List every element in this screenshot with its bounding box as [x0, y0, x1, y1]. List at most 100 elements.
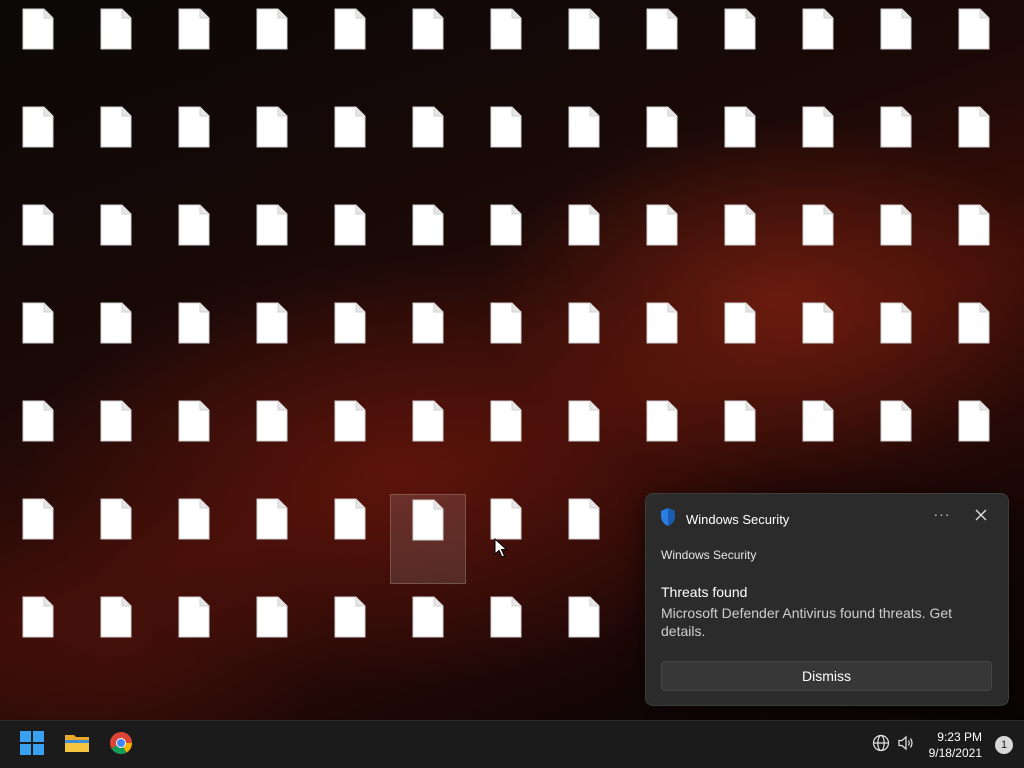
desktop-file-icon[interactable]	[858, 396, 934, 486]
desktop-file-icon[interactable]	[78, 494, 154, 584]
desktop-file-icon[interactable]	[234, 396, 310, 486]
speaker-icon[interactable]	[897, 734, 917, 754]
start-button[interactable]	[12, 725, 52, 765]
windows-security-notification[interactable]: Windows Security ··· Windows Security Th…	[645, 493, 1009, 706]
file-name-label	[703, 58, 777, 84]
desktop-file-icon[interactable]	[780, 200, 856, 290]
desktop-file-icon[interactable]	[78, 396, 154, 486]
desktop-file-icon[interactable]	[234, 102, 310, 192]
desktop-file-icon[interactable]	[312, 396, 388, 486]
desktop-file-icon[interactable]	[936, 200, 1012, 290]
desktop-file-icon[interactable]	[468, 396, 544, 486]
desktop-file-icon[interactable]	[546, 396, 622, 486]
notification-count-badge[interactable]: 1	[995, 736, 1013, 754]
desktop-file-icon[interactable]	[624, 298, 700, 388]
file-icon	[490, 106, 522, 153]
desktop-file-icon[interactable]	[936, 102, 1012, 192]
desktop-file-icon[interactable]	[156, 494, 232, 584]
desktop-file-icon[interactable]	[390, 298, 466, 388]
desktop-file-icon[interactable]	[468, 592, 544, 682]
desktop-file-icon[interactable]	[702, 396, 778, 486]
desktop-file-icon[interactable]	[546, 4, 622, 94]
file-icon	[412, 204, 444, 251]
desktop-file-icon[interactable]	[702, 102, 778, 192]
desktop-file-icon[interactable]	[234, 4, 310, 94]
desktop-file-icon[interactable]	[156, 592, 232, 682]
desktop-file-icon[interactable]	[312, 200, 388, 290]
desktop-file-icon[interactable]	[78, 200, 154, 290]
desktop-file-icon[interactable]	[468, 298, 544, 388]
file-icon	[22, 400, 54, 447]
desktop-file-icon[interactable]	[78, 298, 154, 388]
desktop-file-icon[interactable]	[702, 298, 778, 388]
notification-body[interactable]: Microsoft Defender Antivirus found threa…	[661, 604, 981, 640]
desktop-file-icon[interactable]	[0, 298, 76, 388]
file-name-label	[469, 58, 543, 84]
chrome-button[interactable]	[101, 725, 141, 765]
desktop-file-icon[interactable]	[624, 102, 700, 192]
desktop-file-icon[interactable]	[936, 298, 1012, 388]
desktop-file-icon[interactable]	[780, 102, 856, 192]
desktop-file-icon[interactable]	[936, 4, 1012, 94]
file-icon	[22, 596, 54, 643]
desktop-file-icon[interactable]	[0, 4, 76, 94]
close-notification-button[interactable]	[970, 506, 992, 528]
desktop-file-icon[interactable]	[546, 592, 622, 682]
desktop-file-icon[interactable]	[0, 592, 76, 682]
desktop-file-icon[interactable]	[780, 298, 856, 388]
desktop-file-icon[interactable]	[156, 200, 232, 290]
desktop-file-icon[interactable]	[858, 298, 934, 388]
desktop-file-icon[interactable]	[390, 396, 466, 486]
dismiss-button[interactable]: Dismiss	[661, 661, 992, 691]
desktop-file-icon[interactable]	[78, 102, 154, 192]
desktop-file-icon[interactable]	[0, 102, 76, 192]
desktop-file-icon[interactable]	[546, 494, 622, 584]
desktop-file-icon[interactable]	[780, 396, 856, 486]
desktop-file-icon[interactable]	[390, 102, 466, 192]
desktop-file-icon[interactable]	[624, 396, 700, 486]
desktop-file-icon[interactable]	[0, 396, 76, 486]
desktop-file-icon[interactable]	[858, 102, 934, 192]
desktop-file-icon[interactable]	[390, 4, 466, 94]
desktop-file-icon[interactable]	[234, 592, 310, 682]
desktop-file-icon[interactable]	[312, 592, 388, 682]
desktop-file-icon[interactable]	[780, 4, 856, 94]
desktop-file-icon[interactable]	[624, 4, 700, 94]
desktop-file-icon[interactable]	[156, 4, 232, 94]
desktop-file-icon[interactable]	[858, 200, 934, 290]
system-clock[interactable]: 9:23 PM 9/18/2021	[929, 729, 982, 761]
desktop-file-icon[interactable]	[468, 4, 544, 94]
desktop-file-icon[interactable]	[0, 200, 76, 290]
desktop-file-icon[interactable]	[312, 4, 388, 94]
desktop-file-icon[interactable]	[624, 200, 700, 290]
desktop-file-icon[interactable]	[936, 396, 1012, 486]
desktop-file-icon[interactable]	[78, 4, 154, 94]
desktop-file-icon[interactable]	[390, 494, 466, 584]
desktop-file-icon[interactable]	[156, 102, 232, 192]
desktop-file-icon[interactable]	[312, 102, 388, 192]
file-name-label	[79, 254, 153, 280]
desktop-file-icon[interactable]	[156, 396, 232, 486]
desktop-file-icon[interactable]	[468, 200, 544, 290]
desktop-file-icon[interactable]	[312, 494, 388, 584]
file-explorer-button[interactable]	[57, 725, 97, 765]
desktop-file-icon[interactable]	[390, 200, 466, 290]
globe-icon[interactable]	[872, 734, 892, 754]
desktop-file-icon[interactable]	[702, 4, 778, 94]
desktop-file-icon[interactable]	[390, 592, 466, 682]
desktop-file-icon[interactable]	[0, 494, 76, 584]
desktop-file-icon[interactable]	[312, 298, 388, 388]
desktop-file-icon[interactable]	[234, 494, 310, 584]
desktop-file-icon[interactable]	[156, 298, 232, 388]
desktop-file-icon[interactable]	[234, 200, 310, 290]
desktop-file-icon[interactable]	[858, 4, 934, 94]
desktop-file-icon[interactable]	[546, 102, 622, 192]
more-options-button[interactable]: ···	[931, 506, 953, 526]
desktop-file-icon[interactable]	[546, 200, 622, 290]
desktop-file-icon[interactable]	[234, 298, 310, 388]
desktop-file-icon[interactable]	[546, 298, 622, 388]
desktop-file-icon[interactable]	[702, 200, 778, 290]
desktop-file-icon[interactable]	[78, 592, 154, 682]
start-icon	[20, 730, 44, 760]
desktop-file-icon[interactable]	[468, 102, 544, 192]
